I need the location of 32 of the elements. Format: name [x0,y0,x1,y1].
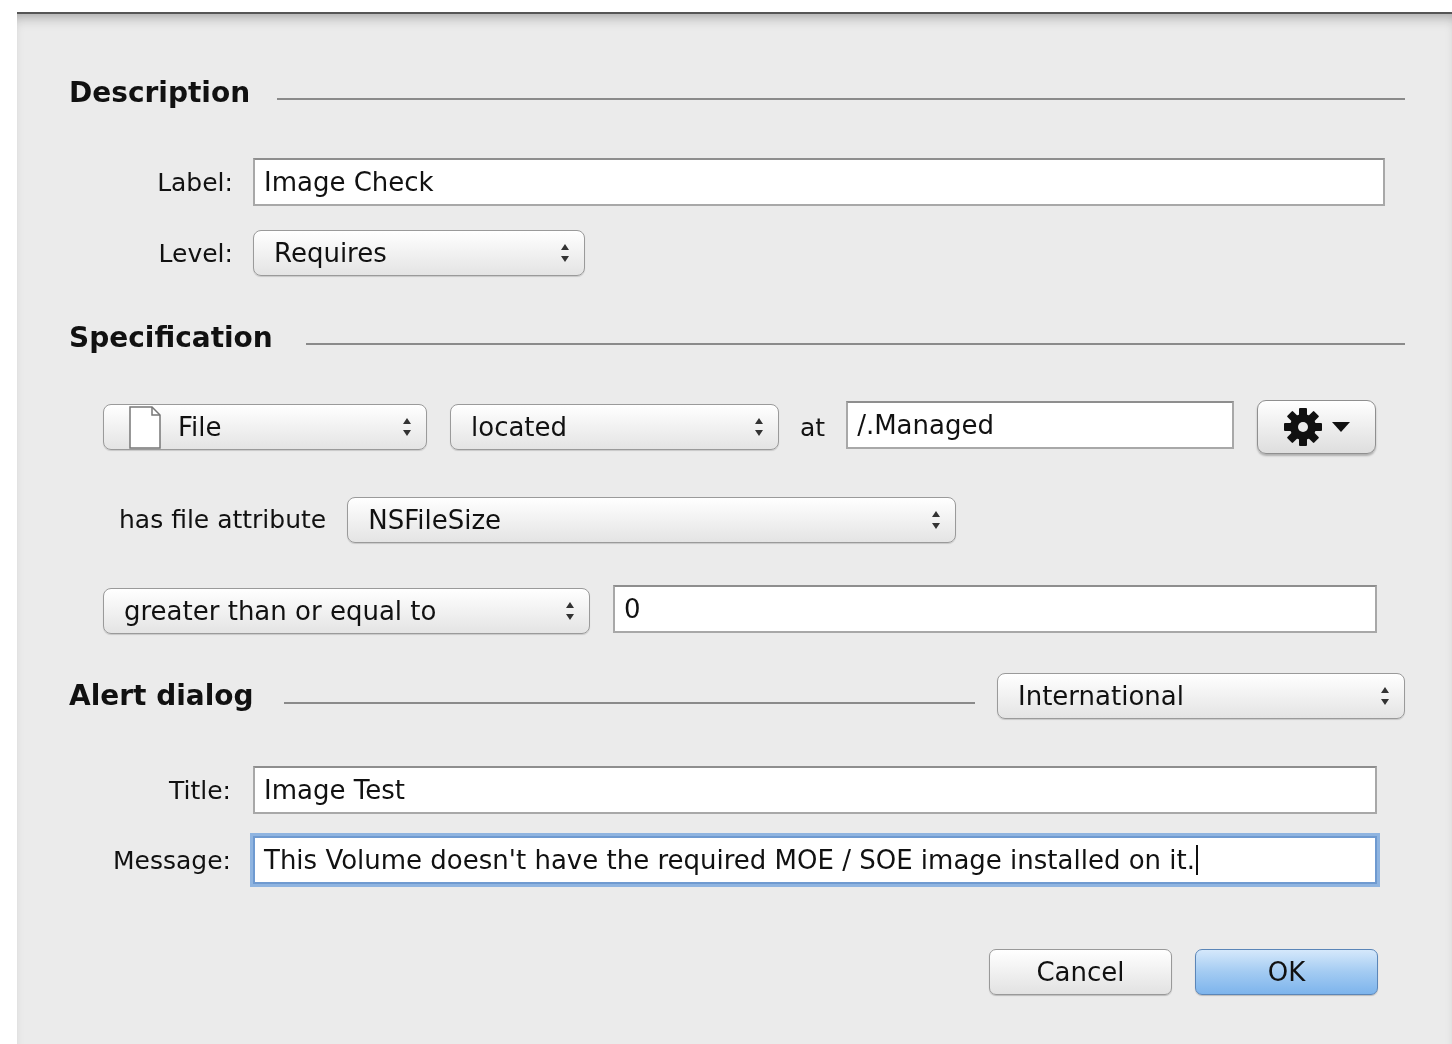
input-field[interactable]: This Volume doesn't have the required MOE / SOE image installed on it. [253,836,1377,884]
popup-button[interactable]: greater than or equal to [103,588,590,634]
popup-button[interactable]: International [997,672,1405,719]
action-menu-button[interactable] [1257,400,1377,454]
gear-icon [1282,407,1323,447]
section-heading: Description [69,75,251,109]
input-field[interactable]: Image Check [253,158,1385,206]
section-heading: Specification [69,320,273,354]
stepper-arrows-icon [402,417,412,437]
popup-button[interactable]: File [103,404,427,450]
field-label: Message: [112,845,231,875]
caret-icon [1330,421,1351,433]
popup-button[interactable]: located [450,404,779,450]
stepper-arrows-icon [754,417,764,437]
field-label: has file attribute [119,505,327,534]
stepper-arrows-icon [565,601,575,621]
field-label: Title: [168,775,231,805]
input-field[interactable]: Image Test [253,766,1377,814]
document-icon [128,405,162,449]
stepper-arrows-icon [560,243,570,263]
stepper-arrows-icon [1380,685,1390,706]
stepper-arrows-icon [931,509,942,530]
field-label: Level: [157,238,233,268]
popup-button[interactable]: Requires [253,230,585,276]
field-label: Label: [156,167,233,197]
dialog-button[interactable]: OK [1195,949,1378,995]
popup-button[interactable]: NSFileSize [347,496,957,543]
input-field[interactable]: 0 [613,585,1377,633]
section-heading: Alert dialog [69,679,254,712]
field-label: at [800,412,826,442]
dialog-button[interactable]: Cancel [989,949,1172,995]
input-field[interactable]: /.Managed [846,401,1235,449]
